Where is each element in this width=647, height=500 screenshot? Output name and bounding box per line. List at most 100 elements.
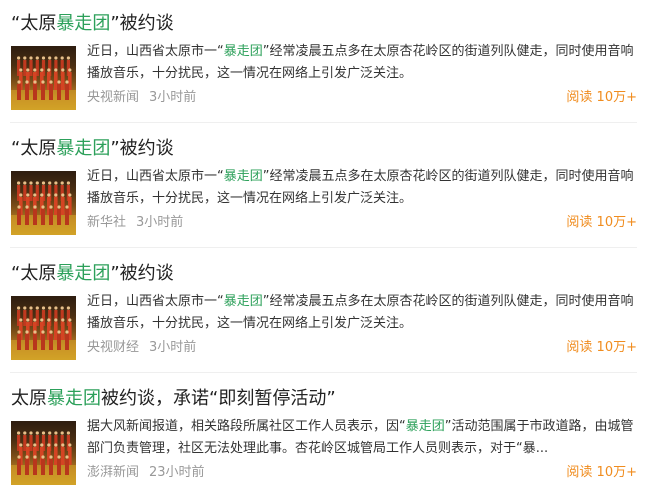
news-source: 央视新闻 (87, 90, 140, 105)
news-item[interactable]: “太原暴走团”被约谈 近日，山西省太原市一“暴走团”经常凌晨五点多在太原杏花岭区… (0, 0, 647, 124)
marcher-head (26, 193, 30, 197)
marcher-head (17, 330, 21, 334)
news-time: 3小时前 (136, 215, 184, 230)
read-count: 阅读 10万+ (566, 215, 637, 230)
marcher-head (68, 318, 72, 322)
marcher-figure (25, 459, 29, 475)
marcher-figure (29, 435, 33, 451)
marcher-head (48, 181, 52, 185)
marcher-head (26, 318, 30, 322)
divider (10, 122, 637, 123)
marcher-head (33, 330, 37, 334)
marcher-head (68, 443, 72, 447)
marcher-figure (65, 459, 69, 475)
marcher-figure (49, 84, 53, 100)
marcher-figure (25, 209, 29, 225)
marcher-figure (57, 84, 61, 100)
news-title[interactable]: “太原暴走团”被约谈 (11, 137, 174, 161)
title-keyword: 暴走团 (56, 263, 111, 284)
summary-prefix: 据大风新闻报道，相关路段所属社区工作人员表示，因“ (87, 419, 406, 434)
marcher-head (66, 431, 70, 435)
marcher-head (65, 80, 69, 84)
news-title[interactable]: “太原暴走团”被约谈 (11, 262, 174, 286)
marcher-head (61, 443, 65, 447)
marcher-figure (61, 72, 65, 90)
summary-prefix: 近日，山西省太原市一“ (87, 294, 224, 309)
marcher-figure (23, 60, 27, 76)
summary-prefix: 近日，山西省太原市一“ (87, 44, 224, 59)
title-suffix: ”被约谈 (110, 13, 174, 34)
marcher-head (25, 330, 29, 334)
marcher-figure (41, 334, 45, 350)
marcher-head (33, 205, 37, 209)
marcher-figure (41, 209, 45, 225)
news-title[interactable]: 太原暴走团被约谈，承诺“即刻暂停活动” (11, 387, 336, 411)
news-source: 澎湃新闻 (87, 465, 140, 480)
marcher-head (29, 306, 33, 310)
news-meta: 澎湃新闻 23小时前 (87, 464, 205, 482)
news-item[interactable]: 太原暴走团被约谈，承诺“即刻暂停活动” 据大风新闻报道，相关路段所属社区工作人员… (0, 375, 647, 499)
title-prefix: 太原 (11, 388, 47, 409)
marcher-head (54, 56, 58, 60)
news-item[interactable]: “太原暴走团”被约谈 近日，山西省太原市一“暴走团”经常凌晨五点多在太原杏花岭区… (0, 125, 647, 249)
marcher-head (41, 330, 45, 334)
news-summary[interactable]: 近日，山西省太原市一“暴走团”经常凌晨五点多在太原杏花岭区的街道列队健走，同时使… (87, 41, 639, 85)
marcher-head (49, 80, 53, 84)
marcher-figure (23, 435, 27, 451)
marcher-figure (65, 84, 69, 100)
marcher-head (41, 80, 45, 84)
marching-group-image (11, 56, 76, 110)
news-thumbnail[interactable] (11, 46, 76, 110)
news-summary[interactable]: 据大风新闻报道，相关路段所属社区工作人员表示，因“暴走团”活动范围属于市政道路，… (87, 416, 639, 460)
read-count: 阅读 10万+ (566, 90, 637, 105)
marcher-head (47, 443, 51, 447)
marcher-head (25, 205, 29, 209)
marcher-figure (23, 310, 27, 326)
news-thumbnail[interactable] (11, 421, 76, 485)
divider (10, 247, 637, 248)
summary-keyword: 暴走团 (223, 294, 263, 309)
read-count: 阅读 10万+ (566, 340, 637, 355)
news-thumbnail[interactable] (11, 171, 76, 235)
marcher-head (23, 431, 27, 435)
news-summary[interactable]: 近日，山西省太原市一“暴走团”经常凌晨五点多在太原杏花岭区的街道列队健走，同时使… (87, 291, 639, 335)
marcher-head (54, 443, 58, 447)
title-keyword: 暴走团 (47, 388, 101, 409)
news-summary[interactable]: 近日，山西省太原市一“暴走团”经常凌晨五点多在太原杏花岭区的街道列队健走，同时使… (87, 166, 639, 210)
marcher-head (47, 193, 51, 197)
news-thumbnail[interactable] (11, 296, 76, 360)
marcher-figure (33, 209, 37, 225)
marcher-head (41, 181, 46, 185)
marcher-head (60, 431, 64, 435)
title-prefix: “太原 (11, 138, 57, 159)
title-keyword: 暴走团 (56, 13, 111, 34)
news-item[interactable]: “太原暴走团”被约谈 近日，山西省太原市一“暴走团”经常凌晨五点多在太原杏花岭区… (0, 250, 647, 374)
marcher-figure (41, 84, 45, 100)
marcher-head (29, 181, 33, 185)
marcher-figure (57, 334, 61, 350)
marcher-head (48, 431, 52, 435)
marcher-head (65, 330, 69, 334)
marcher-head (29, 431, 33, 435)
marcher-head (66, 181, 70, 185)
marcher-figure (17, 334, 21, 350)
marcher-head (49, 455, 53, 459)
marcher-figure (61, 197, 65, 215)
marcher-head (23, 56, 27, 60)
marching-group-image (11, 306, 76, 360)
summary-keyword: 暴走团 (223, 44, 263, 59)
news-title[interactable]: “太原暴走团”被约谈 (11, 12, 174, 36)
marcher-figure (23, 185, 27, 201)
marcher-head (35, 431, 39, 435)
marcher-head (60, 181, 64, 185)
title-prefix: “太原 (11, 13, 57, 34)
marcher-figure (17, 84, 21, 100)
marcher-head (17, 455, 21, 459)
marcher-figure (25, 84, 29, 100)
marcher-head (29, 56, 33, 60)
marcher-head (41, 431, 46, 435)
summary-keyword: 暴走团 (405, 419, 445, 434)
marcher-head (48, 56, 52, 60)
marcher-head (26, 68, 30, 72)
marcher-head (33, 68, 37, 72)
